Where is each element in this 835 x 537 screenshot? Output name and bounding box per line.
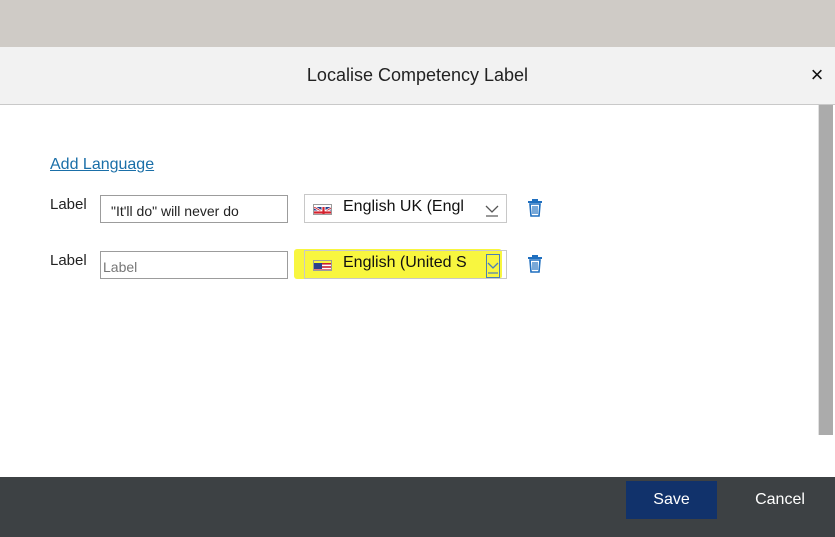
label-caption: Label — [50, 196, 87, 213]
label-row: Label English (United S — [0, 249, 820, 283]
cancel-button[interactable]: Cancel — [742, 481, 818, 519]
dialog-footer: Save Cancel — [0, 477, 835, 537]
label-row: Label English UK (Engl — [0, 193, 820, 227]
delete-row-icon[interactable] — [527, 199, 543, 217]
language-value: English UK (Engl — [343, 198, 464, 215]
add-language-link[interactable]: Add Language — [50, 156, 154, 174]
us-flag-icon — [313, 260, 332, 271]
language-select[interactable]: English UK (Engl — [304, 194, 507, 223]
save-button[interactable]: Save — [626, 481, 717, 519]
dialog-body: Add Language Label English UK — [0, 105, 835, 477]
language-value: English (United S — [343, 254, 467, 271]
label-text-input[interactable] — [100, 195, 288, 223]
label-text-input[interactable] — [100, 251, 288, 279]
uk-flag-icon — [313, 204, 332, 215]
language-select[interactable]: English (United S — [304, 250, 507, 279]
close-button[interactable]: × — [805, 63, 829, 87]
dialog-header: Localise Competency Label × — [0, 47, 835, 105]
chevron-down-icon — [484, 201, 500, 219]
dialog-title: Localise Competency Label — [306, 65, 529, 85]
label-caption: Label — [50, 252, 87, 269]
page-backdrop — [0, 0, 835, 47]
localise-label-dialog: Localise Competency Label × Add Language… — [0, 47, 835, 537]
vertical-scrollbar[interactable] — [818, 105, 833, 435]
chevron-down-icon — [486, 254, 500, 278]
delete-row-icon[interactable] — [527, 255, 543, 273]
